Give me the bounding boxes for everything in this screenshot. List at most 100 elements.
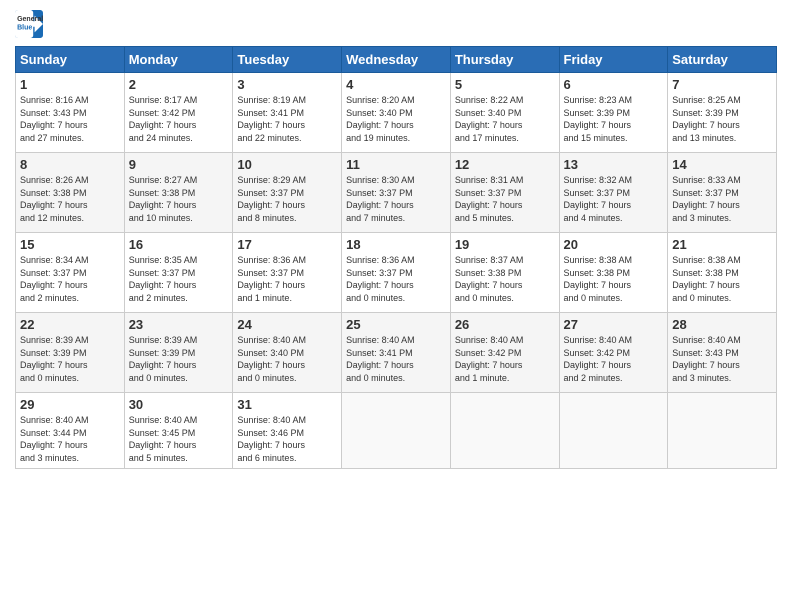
calendar-cell: 15 Sunrise: 8:34 AM Sunset: 3:37 PM Dayli… [16,233,125,313]
calendar-cell: 25Sunrise: 8:40 AM Sunset: 3:41 PM Dayli… [342,313,451,393]
calendar-cell: 6 Sunrise: 8:23 AM Sunset: 3:39 PM Daylig… [559,73,668,153]
calendar-cell: 2 Sunrise: 8:17 AM Sunset: 3:42 PM Daylig… [124,73,233,153]
calendar-cell: 27Sunrise: 8:40 AM Sunset: 3:42 PM Dayli… [559,313,668,393]
day-info: Sunrise: 8:34 AM Sunset: 3:37 PM Dayligh… [20,254,120,304]
calendar-cell: 12Sunrise: 8:31 AM Sunset: 3:37 PM Dayli… [450,153,559,233]
day-number: 16 [129,237,229,252]
day-info: Sunrise: 8:20 AM Sunset: 3:40 PM Dayligh… [346,94,446,144]
day-number: 28 [672,317,772,332]
calendar-cell [559,393,668,469]
day-info: Sunrise: 8:17 AM Sunset: 3:42 PM Dayligh… [129,94,229,144]
calendar-cell: 14 Sunrise: 8:33 AM Sunset: 3:37 PM Dayli… [668,153,777,233]
calendar-cell: 19Sunrise: 8:37 AM Sunset: 3:38 PM Dayli… [450,233,559,313]
day-number: 1 [20,77,120,92]
calendar-cell: 17Sunrise: 8:36 AM Sunset: 3:37 PM Dayli… [233,233,342,313]
day-number: 22 [20,317,120,332]
calendar-cell: 23 Sunrise: 8:39 AM Sunset: 3:39 PM Dayli… [124,313,233,393]
logo-icon: General Blue [15,10,43,38]
calendar-cell: 3 Sunrise: 8:19 AM Sunset: 3:41 PM Daylig… [233,73,342,153]
header-wednesday: Wednesday [342,47,451,73]
header-sunday: Sunday [16,47,125,73]
day-info: Sunrise: 8:29 AM Sunset: 3:37 PM Dayligh… [237,174,337,224]
day-info: Sunrise: 8:40 AM Sunset: 3:42 PM Dayligh… [455,334,555,384]
calendar-cell: 13 Sunrise: 8:32 AM Sunset: 3:37 PM Dayli… [559,153,668,233]
calendar-cell [342,393,451,469]
calendar-cell: 18 Sunrise: 8:36 AM Sunset: 3:37 PM Dayli… [342,233,451,313]
day-info: Sunrise: 8:16 AM Sunset: 3:43 PM Dayligh… [20,94,120,144]
day-number: 29 [20,397,120,412]
day-number: 27 [564,317,664,332]
day-number: 7 [672,77,772,92]
day-number: 6 [564,77,664,92]
day-number: 18 [346,237,446,252]
day-number: 12 [455,157,555,172]
header-friday: Friday [559,47,668,73]
day-number: 3 [237,77,337,92]
calendar-cell: 31 Sunrise: 8:40 AM Sunset: 3:46 PM Dayli… [233,393,342,469]
calendar-cell: 20Sunrise: 8:38 AM Sunset: 3:38 PM Dayli… [559,233,668,313]
day-info: Sunrise: 8:36 AM Sunset: 3:37 PM Dayligh… [346,254,446,304]
calendar-cell [450,393,559,469]
calendar-header-row: SundayMondayTuesdayWednesdayThursdayFrid… [16,47,777,73]
day-info: Sunrise: 8:25 AM Sunset: 3:39 PM Dayligh… [672,94,772,144]
page-header: General Blue [15,10,777,38]
svg-text:Blue: Blue [17,25,32,32]
logo: General Blue [15,10,43,38]
day-info: Sunrise: 8:32 AM Sunset: 3:37 PM Dayligh… [564,174,664,224]
calendar-cell: 22Sunrise: 8:39 AM Sunset: 3:39 PM Dayli… [16,313,125,393]
calendar-cell: 4 Sunrise: 8:20 AM Sunset: 3:40 PM Daylig… [342,73,451,153]
calendar-cell: 7 Sunrise: 8:25 AM Sunset: 3:39 PM Daylig… [668,73,777,153]
calendar-cell [668,393,777,469]
calendar-cell: 26 Sunrise: 8:40 AM Sunset: 3:42 PM Dayli… [450,313,559,393]
calendar-cell: 11 Sunrise: 8:30 AM Sunset: 3:37 PM Dayli… [342,153,451,233]
day-info: Sunrise: 8:40 AM Sunset: 3:46 PM Dayligh… [237,414,337,464]
calendar-cell: 10 Sunrise: 8:29 AM Sunset: 3:37 PM Dayli… [233,153,342,233]
day-number: 19 [455,237,555,252]
day-number: 17 [237,237,337,252]
day-number: 21 [672,237,772,252]
day-number: 26 [455,317,555,332]
calendar-table: SundayMondayTuesdayWednesdayThursdayFrid… [15,46,777,469]
header-saturday: Saturday [668,47,777,73]
day-info: Sunrise: 8:30 AM Sunset: 3:37 PM Dayligh… [346,174,446,224]
day-info: Sunrise: 8:38 AM Sunset: 3:38 PM Dayligh… [672,254,772,304]
day-info: Sunrise: 8:26 AM Sunset: 3:38 PM Dayligh… [20,174,120,224]
day-info: Sunrise: 8:23 AM Sunset: 3:39 PM Dayligh… [564,94,664,144]
day-number: 31 [237,397,337,412]
day-info: Sunrise: 8:35 AM Sunset: 3:37 PM Dayligh… [129,254,229,304]
header-tuesday: Tuesday [233,47,342,73]
calendar-cell: 28Sunrise: 8:40 AM Sunset: 3:43 PM Dayli… [668,313,777,393]
day-info: Sunrise: 8:33 AM Sunset: 3:37 PM Dayligh… [672,174,772,224]
calendar-cell: 24 Sunrise: 8:40 AM Sunset: 3:40 PM Dayli… [233,313,342,393]
day-info: Sunrise: 8:19 AM Sunset: 3:41 PM Dayligh… [237,94,337,144]
calendar-cell: 1 Sunrise: 8:16 AM Sunset: 3:43 PM Daylig… [16,73,125,153]
day-number: 30 [129,397,229,412]
day-info: Sunrise: 8:39 AM Sunset: 3:39 PM Dayligh… [129,334,229,384]
calendar-cell: 8 Sunrise: 8:26 AM Sunset: 3:38 PM Daylig… [16,153,125,233]
day-number: 2 [129,77,229,92]
calendar-cell: 29 Sunrise: 8:40 AM Sunset: 3:44 PM Dayli… [16,393,125,469]
day-number: 11 [346,157,446,172]
day-number: 9 [129,157,229,172]
day-number: 8 [20,157,120,172]
day-number: 10 [237,157,337,172]
header-monday: Monday [124,47,233,73]
calendar-cell: 5Sunrise: 8:22 AM Sunset: 3:40 PM Daylig… [450,73,559,153]
day-number: 24 [237,317,337,332]
day-number: 13 [564,157,664,172]
day-info: Sunrise: 8:40 AM Sunset: 3:45 PM Dayligh… [129,414,229,464]
calendar-cell: 21 Sunrise: 8:38 AM Sunset: 3:38 PM Dayli… [668,233,777,313]
calendar-cell: 9 Sunrise: 8:27 AM Sunset: 3:38 PM Daylig… [124,153,233,233]
calendar-cell: 30 Sunrise: 8:40 AM Sunset: 3:45 PM Dayli… [124,393,233,469]
day-info: Sunrise: 8:40 AM Sunset: 3:44 PM Dayligh… [20,414,120,464]
day-info: Sunrise: 8:40 AM Sunset: 3:40 PM Dayligh… [237,334,337,384]
day-info: Sunrise: 8:27 AM Sunset: 3:38 PM Dayligh… [129,174,229,224]
day-number: 14 [672,157,772,172]
calendar-cell: 16 Sunrise: 8:35 AM Sunset: 3:37 PM Dayli… [124,233,233,313]
day-number: 15 [20,237,120,252]
day-number: 4 [346,77,446,92]
svg-text:General: General [17,16,43,23]
day-number: 25 [346,317,446,332]
day-number: 23 [129,317,229,332]
day-number: 20 [564,237,664,252]
